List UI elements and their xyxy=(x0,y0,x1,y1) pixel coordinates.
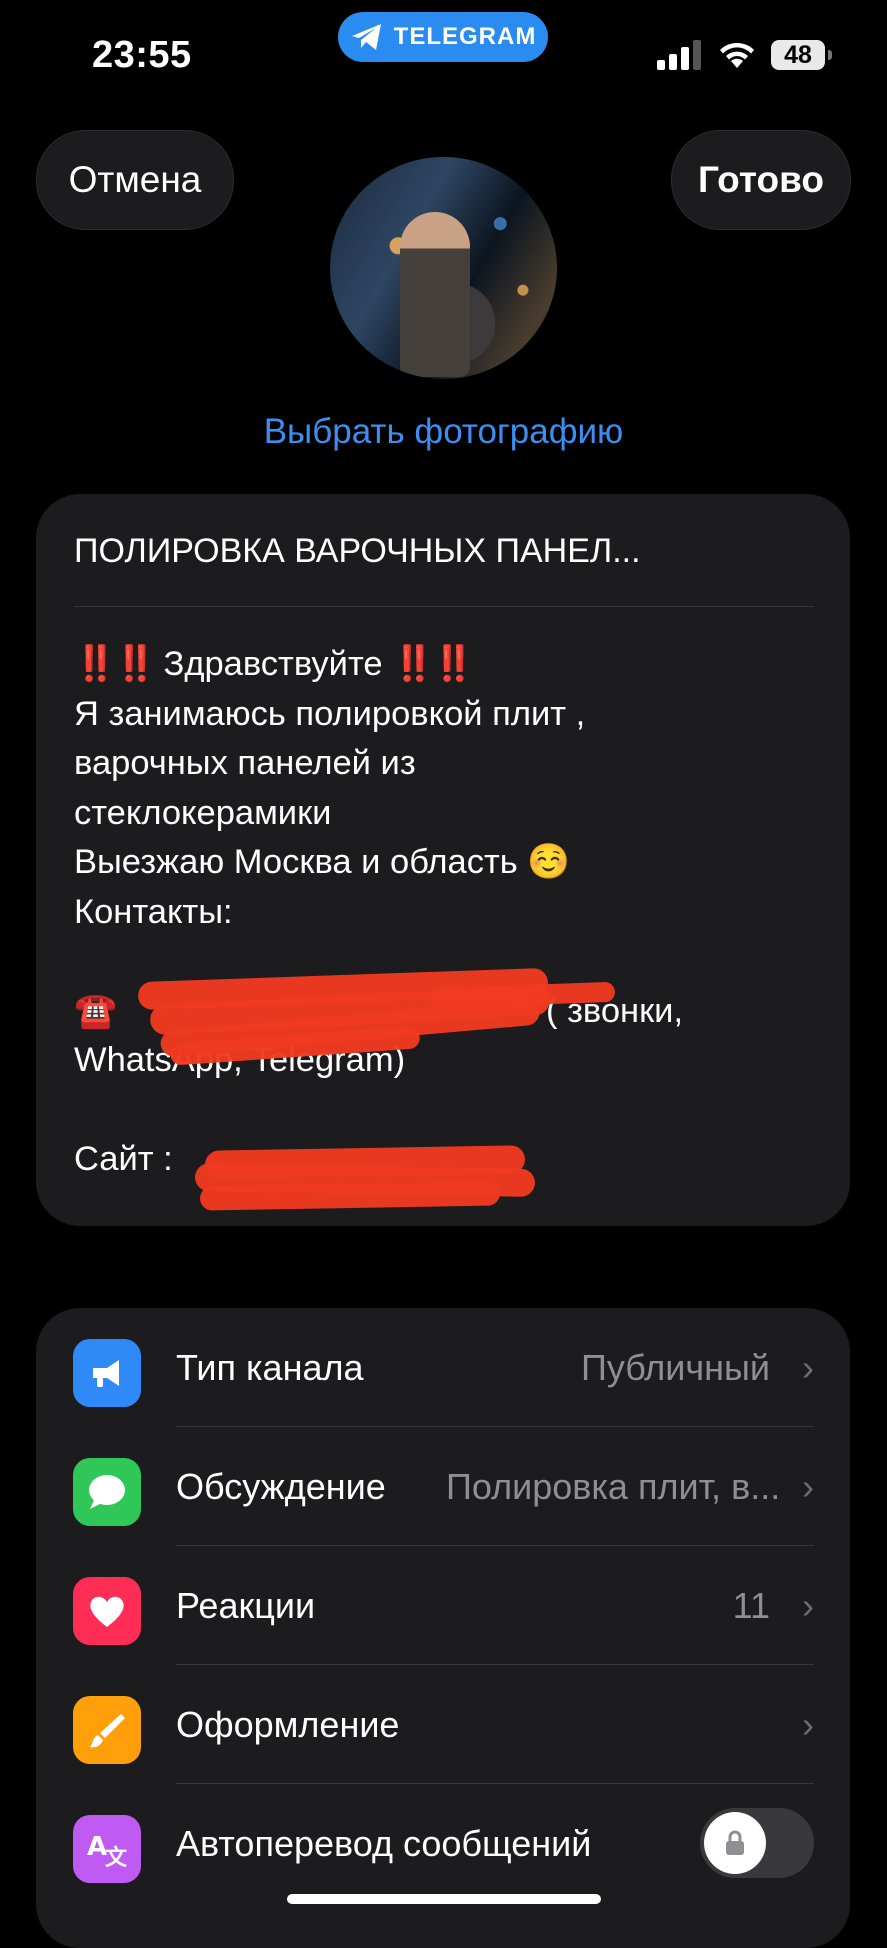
svg-text:文: 文 xyxy=(105,1845,128,1869)
done-button[interactable]: Готово xyxy=(671,130,851,230)
translate-icon: A 文 xyxy=(73,1815,141,1883)
lock-icon xyxy=(704,1812,766,1874)
app-pill-label: TELEGRAM xyxy=(393,23,537,50)
settings-row-appearance[interactable]: Оформление › xyxy=(36,1665,850,1784)
battery-indicator: 48 xyxy=(771,40,832,70)
description-line: варочных панелей из xyxy=(74,744,416,782)
settings-row-channel-type[interactable]: Тип канала Публичный › xyxy=(36,1308,850,1427)
choose-photo-link[interactable]: Выбрать фотографию xyxy=(0,412,887,452)
brush-icon xyxy=(73,1696,141,1764)
row-label: Реакции xyxy=(176,1584,316,1626)
settings-row-discussion[interactable]: Обсуждение Полировка плит, в... › xyxy=(36,1427,850,1546)
chevron-right-icon: › xyxy=(802,1346,814,1388)
row-value: Публичный xyxy=(580,1346,770,1388)
channel-description-field[interactable]: ‼️‼️ Здравствуйте ‼️‼️ Я занимаюсь полир… xyxy=(74,640,814,1185)
description-line: Выезжаю Москва и область xyxy=(74,843,518,881)
status-time: 23:55 xyxy=(92,34,192,76)
description-line: Контакты: xyxy=(74,892,233,931)
row-label: Автоперевод сообщений xyxy=(176,1822,592,1864)
description-line: стеклокерамики xyxy=(74,793,332,832)
telegram-return-pill[interactable]: TELEGRAM xyxy=(338,12,548,62)
row-label: Оформление xyxy=(176,1703,400,1745)
double-exclamation-emoji: ‼️‼️ xyxy=(392,645,475,683)
settings-row-auto-translate[interactable]: A 文 Автоперевод сообщений xyxy=(36,1784,850,1903)
description-line: Я занимаюсь полировкой плит , xyxy=(74,694,586,733)
telegram-icon xyxy=(351,24,381,50)
auto-translate-toggle[interactable] xyxy=(700,1808,814,1878)
channel-avatar[interactable] xyxy=(330,157,557,379)
home-indicator[interactable] xyxy=(287,1894,601,1904)
channel-name-field[interactable]: ПОЛИРОВКА ВАРОЧНЫХ ПАНЕЛ... xyxy=(74,532,814,571)
row-value: Полировка плит, в... xyxy=(446,1465,781,1507)
chevron-right-icon: › xyxy=(802,1703,814,1745)
row-value: 11 xyxy=(732,1584,770,1626)
chevron-right-icon: › xyxy=(802,1584,814,1626)
chevron-right-icon: › xyxy=(802,1465,814,1507)
smiling-emoji: ☺️ xyxy=(527,843,571,881)
chat-bubble-icon xyxy=(73,1458,141,1526)
heart-icon xyxy=(73,1577,141,1645)
row-label: Тип канала xyxy=(176,1346,364,1388)
double-exclamation-emoji: ‼️‼️ xyxy=(74,645,157,683)
settings-row-reactions[interactable]: Реакции 11 › xyxy=(36,1546,850,1665)
wifi-icon xyxy=(720,42,754,68)
cancel-button[interactable]: Отмена xyxy=(36,130,234,230)
description-greeting: Здравствуйте xyxy=(163,645,383,683)
megaphone-icon xyxy=(73,1339,141,1407)
telephone-emoji: ☎️ xyxy=(74,991,117,1030)
divider xyxy=(74,606,814,607)
battery-level: 48 xyxy=(784,40,812,69)
avatar-photo-figure xyxy=(400,212,470,377)
cellular-signal-icon xyxy=(657,40,701,70)
status-icons: 48 xyxy=(657,40,832,70)
row-label: Обсуждение xyxy=(176,1465,386,1507)
